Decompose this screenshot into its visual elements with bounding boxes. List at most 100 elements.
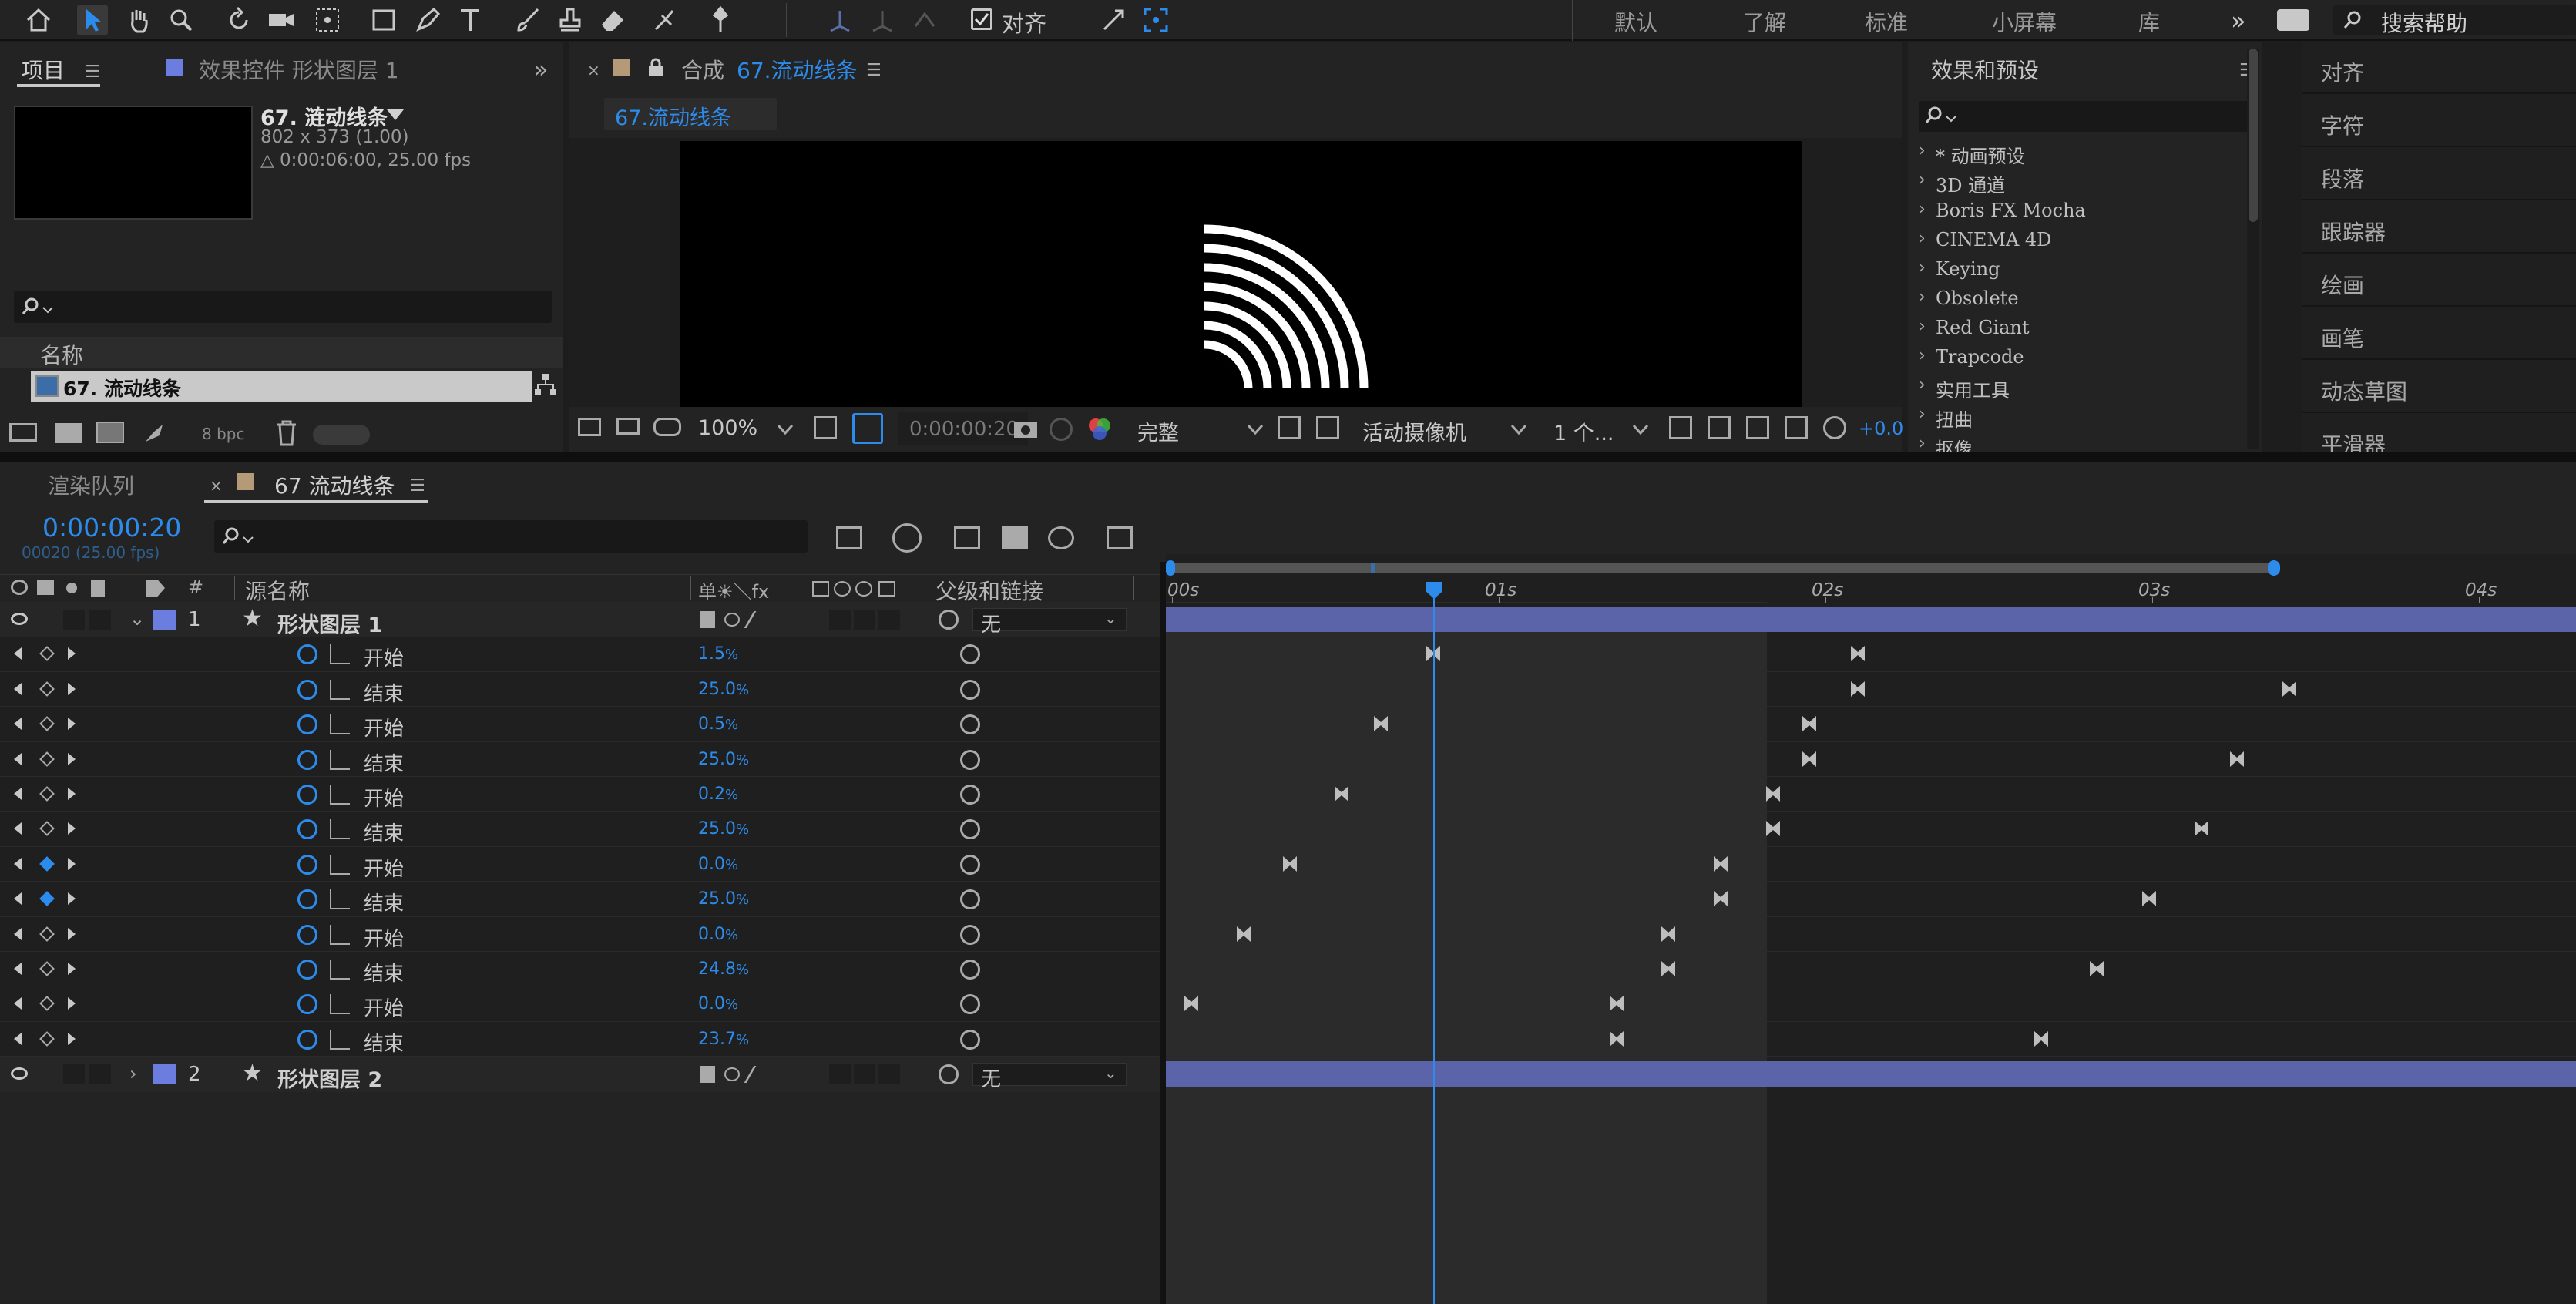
flowchart-icon[interactable] — [533, 372, 558, 397]
graph-icon[interactable] — [330, 785, 350, 805]
keyframe-marker[interactable] — [1851, 646, 1866, 662]
graph-icon[interactable] — [330, 889, 350, 910]
prev-keyframe-icon[interactable] — [14, 752, 22, 765]
stopwatch-icon[interactable] — [297, 854, 317, 875]
property-row[interactable]: 开始 0.0% — [0, 916, 1160, 952]
prev-keyframe-icon[interactable] — [14, 647, 22, 660]
stopwatch-icon[interactable] — [297, 749, 317, 770]
keyframe-marker[interactable] — [1766, 786, 1781, 802]
next-keyframe-icon[interactable] — [68, 647, 76, 660]
chevron-down-icon[interactable]: ⌄ — [1104, 609, 1117, 627]
world-axis-icon[interactable] — [867, 5, 898, 35]
property-value-number[interactable]: 0.0 — [698, 855, 725, 874]
effects-list-item[interactable]: › 抠像 — [1908, 431, 2247, 452]
prev-keyframe-icon[interactable] — [14, 682, 22, 695]
switch-box[interactable] — [878, 610, 900, 630]
next-keyframe-icon[interactable] — [68, 682, 76, 695]
property-row[interactable]: 结束 25.0% — [0, 812, 1160, 847]
close-tab-icon[interactable]: × — [210, 476, 223, 495]
right-panel-item[interactable]: 字符 — [2302, 96, 2576, 147]
workspace-libraries[interactable]: 库 — [2138, 6, 2160, 37]
switch-box[interactable] — [854, 610, 875, 630]
chevron-right-icon[interactable]: › — [1919, 170, 1926, 190]
project-search-input[interactable] — [14, 291, 552, 323]
expression-pickwhip-icon[interactable] — [960, 714, 980, 735]
snap-target-icon[interactable] — [1140, 5, 1171, 35]
label-tag-icon[interactable] — [146, 580, 165, 597]
expression-pickwhip-icon[interactable] — [960, 854, 980, 875]
keyframe-marker[interactable] — [1184, 996, 1199, 1012]
property-value[interactable]: 1.5% — [698, 644, 738, 664]
effects-list-item[interactable]: › Keying — [1908, 255, 2247, 284]
toggle-pixel-aspect-icon[interactable] — [1669, 416, 1692, 439]
stopwatch-icon[interactable] — [297, 1029, 317, 1050]
keyframe-marker[interactable] — [1851, 681, 1866, 697]
keyframe-marker[interactable] — [2230, 751, 2245, 767]
chevron-right-icon[interactable]: › — [1919, 229, 1926, 248]
chevron-down-icon[interactable] — [1510, 424, 1527, 435]
property-value[interactable]: 0.0% — [698, 855, 738, 874]
clone-stamp-tool-icon[interactable] — [555, 5, 586, 35]
home-icon[interactable] — [23, 5, 54, 35]
pen-tool-icon[interactable] — [412, 5, 443, 35]
keyframe-marker[interactable] — [1802, 751, 1816, 767]
keyframe-marker[interactable] — [1714, 855, 1728, 872]
view-axis-icon[interactable] — [909, 5, 940, 35]
layer-label-color[interactable] — [153, 610, 176, 630]
timeline-divider[interactable] — [1160, 562, 1166, 1304]
switch-box[interactable] — [829, 1064, 851, 1085]
add-keyframe-icon[interactable] — [39, 751, 55, 767]
chevron-down-icon[interactable] — [777, 424, 794, 435]
shy-layers-icon[interactable] — [954, 526, 980, 549]
comp-tab-name[interactable]: 67.流动线条 — [737, 54, 858, 85]
camera-select[interactable]: 活动摄像机 — [1362, 416, 1466, 446]
keyframe-marker[interactable] — [1766, 821, 1781, 837]
next-keyframe-icon[interactable] — [68, 752, 76, 765]
audio-icon[interactable] — [37, 580, 54, 595]
video-visibility-icon[interactable] — [11, 580, 28, 595]
lock-icon[interactable] — [647, 58, 664, 78]
right-panel-item[interactable]: 画笔 — [2302, 308, 2576, 360]
workspace-small-screen[interactable]: 小屏幕 — [1992, 6, 2057, 37]
chevron-right-icon[interactable]: › — [1919, 287, 1926, 307]
chevron-down-icon[interactable]: ⌄ — [129, 608, 145, 630]
comp-canvas[interactable] — [680, 141, 1802, 407]
motion-blur-icon[interactable] — [1048, 526, 1074, 549]
chevron-down-icon[interactable]: ⌄ — [1104, 1064, 1117, 1082]
property-row[interactable]: 结束 25.0% — [0, 882, 1160, 917]
puppet-tool-icon[interactable] — [705, 5, 736, 35]
region-of-interest-icon[interactable] — [852, 413, 883, 444]
property-row[interactable]: 开始 0.0% — [0, 986, 1160, 1022]
keyframe-marker[interactable] — [1661, 926, 1676, 942]
stopwatch-icon[interactable] — [297, 644, 317, 665]
next-keyframe-icon[interactable] — [68, 718, 76, 731]
monitor-icon[interactable] — [616, 418, 640, 435]
channel-rgb-icon[interactable] — [1086, 416, 1113, 442]
property-value[interactable]: 0.5% — [698, 714, 738, 734]
effect-switch-icon[interactable] — [744, 611, 773, 628]
eraser-tool-icon[interactable] — [597, 5, 628, 35]
rectangle-tool-icon[interactable] — [368, 5, 399, 35]
chevron-down-icon[interactable] — [1247, 424, 1264, 435]
always-preview-icon[interactable] — [578, 418, 601, 436]
stopwatch-icon[interactable] — [297, 819, 317, 840]
next-keyframe-icon[interactable] — [68, 1032, 76, 1045]
frame-blending-icon[interactable] — [1002, 526, 1028, 549]
property-row[interactable]: 结束 24.8% — [0, 952, 1160, 987]
stopwatch-icon[interactable] — [297, 714, 317, 735]
right-panel-item[interactable]: 对齐 — [2302, 42, 2576, 94]
expression-pickwhip-icon[interactable] — [960, 924, 980, 945]
effects-list-item[interactable]: › Obsolete — [1908, 284, 2247, 314]
graph-icon[interactable] — [330, 644, 350, 665]
switch-box[interactable] — [829, 610, 851, 630]
navigator-start-handle[interactable] — [1166, 560, 1175, 576]
property-value[interactable]: 23.7% — [698, 1030, 749, 1049]
property-value-number[interactable]: 1.5 — [698, 644, 725, 664]
panel-menu-icon[interactable]: ☰ — [85, 62, 100, 82]
property-row[interactable]: 开始 0.2% — [0, 777, 1160, 812]
graph-icon[interactable] — [330, 714, 350, 735]
workspace-default[interactable]: 默认 — [1614, 6, 1657, 37]
column-source-name[interactable]: 源名称 — [245, 575, 310, 606]
panel-menu-icon[interactable]: ☰ — [410, 476, 425, 496]
chevron-right-icon[interactable]: › — [1919, 405, 1926, 424]
